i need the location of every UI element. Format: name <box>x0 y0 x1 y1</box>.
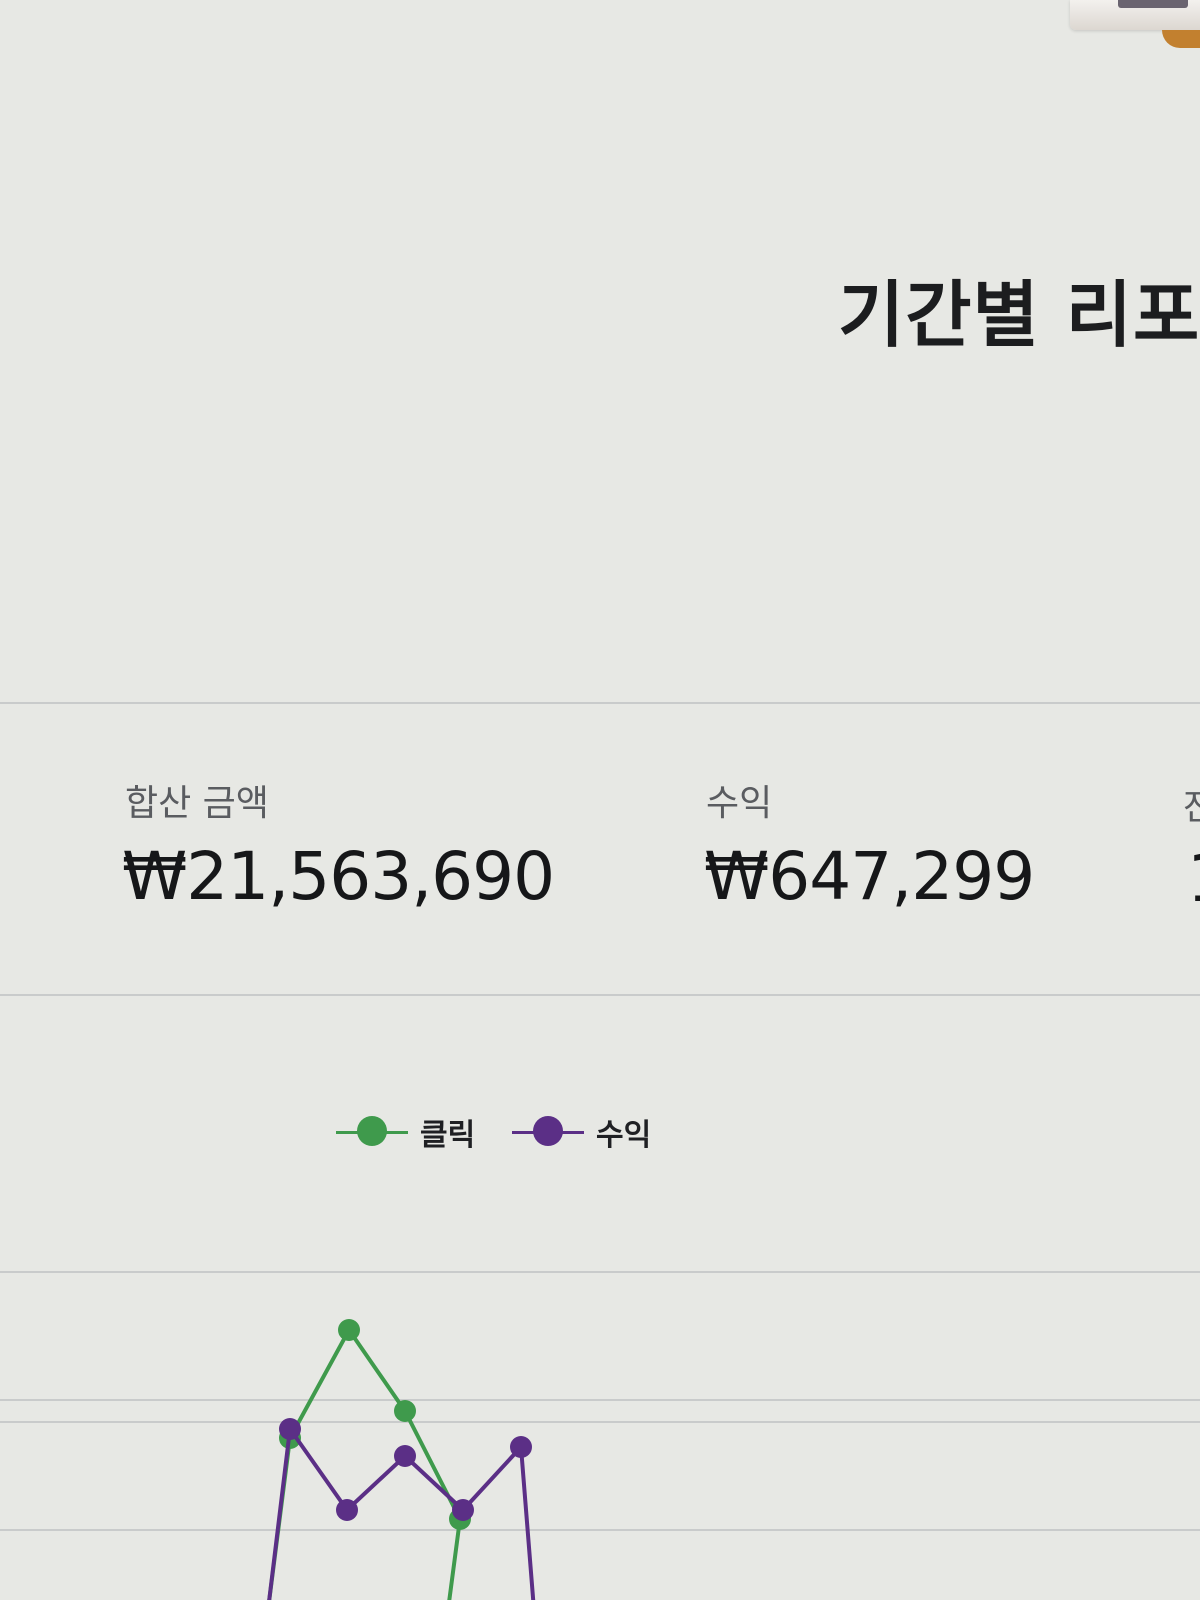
series-line-clicks <box>267 1328 462 1600</box>
revenue-label: 수익 <box>706 783 773 824</box>
divider-bottom <box>0 994 1200 996</box>
divider-top <box>0 702 1200 704</box>
data-point-clicks[interactable] <box>338 1319 360 1341</box>
legend-clicks-dot <box>357 1116 387 1146</box>
legend-clicks-swatch-icon <box>336 1110 408 1154</box>
data-point-revenue[interactable] <box>394 1445 416 1467</box>
corner-thumbnail <box>1070 0 1200 48</box>
total-amount-label: 합산 금액 <box>125 783 269 824</box>
data-point-revenue[interactable] <box>510 1436 532 1458</box>
legend-revenue-swatch-icon <box>512 1110 584 1154</box>
revenue-value: ₩647,299 <box>704 838 1035 915</box>
total-amount-value: ₩21,563,690 <box>122 838 555 915</box>
page-title: 기간별 리포 <box>838 273 1200 357</box>
chart-grid <box>0 1271 1200 1531</box>
chart-series <box>267 1319 536 1600</box>
data-point-clicks[interactable] <box>394 1400 416 1422</box>
legend-item-clicks[interactable]: 클릭 <box>336 1110 475 1154</box>
legend-revenue-label: 수익 <box>596 1118 652 1153</box>
third-stat-value-partial: 1 <box>1187 840 1200 917</box>
data-point-revenue[interactable] <box>336 1499 358 1521</box>
legend-clicks-label: 클릭 <box>420 1118 476 1153</box>
chart-legend: 클릭 수익 <box>0 1110 1200 1154</box>
third-stat-label-partial: 잔 <box>1183 787 1200 828</box>
legend-revenue-dot <box>533 1116 563 1146</box>
legend-item-revenue[interactable]: 수익 <box>512 1110 651 1154</box>
data-point-revenue[interactable] <box>279 1418 301 1440</box>
data-point-revenue[interactable] <box>452 1499 474 1521</box>
line-chart <box>0 1271 1200 1600</box>
